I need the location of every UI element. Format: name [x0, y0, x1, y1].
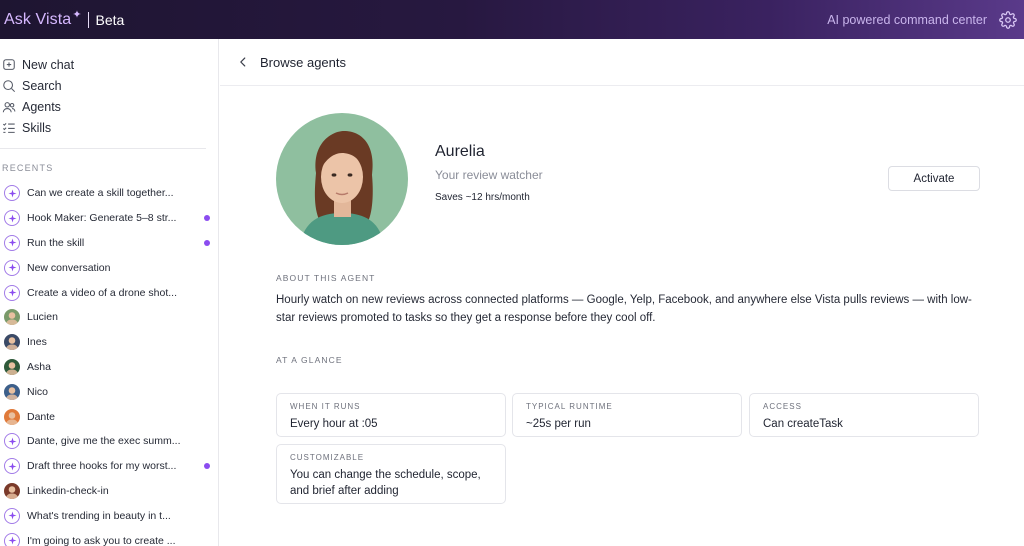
brand-tag: Beta	[95, 11, 125, 28]
recent-item-label: Asha	[27, 360, 51, 373]
recent-item[interactable]: What's trending in beauty in t...	[0, 503, 218, 528]
recent-item-label: I'm going to ask you to create ...	[27, 534, 176, 546]
gear-icon[interactable]	[999, 10, 1017, 29]
recent-item-label: New conversation	[27, 261, 111, 274]
page-title: Browse agents	[260, 54, 346, 70]
avatar	[4, 482, 20, 499]
recent-item-label: Nico	[27, 385, 49, 398]
agent-role: Your review watcher	[435, 168, 543, 182]
recent-item-label: Linkedin-check-in	[27, 484, 109, 497]
card-label: WHEN IT RUNS	[290, 402, 361, 411]
sidebar-item-label: Search	[22, 78, 62, 93]
agent-portrait	[276, 113, 408, 245]
agent-profile: Aurelia Your review watcher Saves ~12 hr…	[276, 113, 543, 245]
recent-item-label: Lucien	[27, 311, 58, 324]
recents-list: Can we create a skill together... Hook Ma…	[0, 181, 218, 546]
glance-card-runtime: TYPICAL RUNTIME ~25s per run	[512, 393, 742, 437]
sparkle-chat-icon	[4, 458, 20, 475]
recent-item-label: Create a video of a drone shot...	[27, 286, 178, 299]
avatar	[4, 358, 20, 375]
sparkle-chat-icon	[4, 507, 20, 524]
sidebar-item-label: Agents	[22, 99, 61, 114]
new-chat-icon	[3, 58, 15, 70]
sidebar-item-label: Skills	[22, 120, 52, 135]
recent-item-label: Ines	[27, 336, 47, 349]
recent-item-label: What's trending in beauty in t...	[27, 509, 171, 522]
sidebar: New chat Search Agents Skills RECENTS Ca…	[0, 39, 219, 546]
recent-item[interactable]: New conversation	[0, 255, 218, 280]
glance-heading: AT A GLANCE	[276, 355, 343, 365]
recent-item-label: Draft three hooks for my worst...	[27, 460, 177, 473]
brand-logo[interactable]: Ask Vista ✦ Beta	[4, 9, 125, 29]
sidebar-divider	[0, 148, 206, 149]
glance-card-when-it-runs: WHEN IT RUNS Every hour at :05	[276, 393, 506, 437]
unread-dot	[204, 239, 210, 246]
brand-divider	[87, 11, 89, 28]
sparkle-icon: ✦	[72, 9, 82, 21]
sparkle-chat-icon	[4, 234, 20, 251]
recent-item[interactable]: Draft three hooks for my worst...	[0, 454, 218, 479]
recent-item-label: Run the skill	[27, 236, 85, 249]
recent-item[interactable]: I'm going to ask you to create ...	[0, 528, 218, 546]
recent-item-label: Hook Maker: Generate 5–8 str...	[27, 212, 177, 225]
avatar	[4, 334, 20, 351]
sparkle-chat-icon	[4, 433, 20, 450]
recent-item[interactable]: Ines	[0, 330, 218, 355]
sidebar-item-new-chat[interactable]: New chat	[0, 54, 218, 75]
card-label: TYPICAL RUNTIME	[526, 402, 613, 411]
recent-item[interactable]: Hook Maker: Generate 5–8 str...	[0, 206, 218, 231]
back-chevron-icon[interactable]	[236, 55, 250, 69]
main-header: Browse agents	[220, 39, 1024, 86]
card-value: ~25s per run	[526, 418, 591, 430]
recent-item[interactable]: Dante	[0, 404, 218, 429]
recent-item-label: Dante	[27, 410, 56, 423]
sidebar-item-skills[interactable]: Skills	[0, 117, 218, 138]
avatar	[4, 408, 20, 425]
brand-name: Ask Vista	[4, 10, 72, 28]
card-value: Can createTask	[763, 418, 843, 430]
recent-item-label: Dante, give me the exec summ...	[27, 435, 181, 448]
activate-button[interactable]: Activate	[888, 166, 980, 191]
recent-item[interactable]: Create a video of a drone shot...	[0, 280, 218, 305]
main-content: Browse agents Aurelia Your review watche…	[220, 39, 1024, 546]
sparkle-chat-icon	[4, 185, 20, 202]
recent-item-label: Can we create a skill together...	[27, 187, 174, 200]
sidebar-item-agents[interactable]: Agents	[0, 96, 218, 117]
sparkle-chat-icon	[4, 284, 20, 301]
recent-item[interactable]: Run the skill	[0, 231, 218, 256]
sparkle-chat-icon	[4, 532, 20, 546]
card-value: You can change the schedule, scope, and …	[290, 469, 481, 497]
glance-card-customizable: CUSTOMIZABLE You can change the schedule…	[276, 444, 506, 504]
agent-name: Aurelia	[435, 143, 485, 160]
avatar	[4, 309, 20, 326]
recent-item[interactable]: Linkedin-check-in	[0, 479, 218, 504]
skills-icon	[2, 122, 15, 133]
sidebar-item-search[interactable]: Search	[0, 75, 218, 96]
sidebar-item-label: New chat	[22, 57, 75, 72]
card-label: CUSTOMIZABLE	[290, 453, 365, 462]
search-icon	[3, 79, 16, 92]
about-heading: ABOUT THIS AGENT	[276, 273, 376, 283]
tagline: AI powered command center	[827, 12, 987, 27]
agent-saves: Saves ~12 hrs/month	[435, 192, 530, 203]
card-label: ACCESS	[763, 402, 802, 411]
top-bar: Ask Vista ✦ Beta AI powered command cent…	[0, 0, 1024, 39]
recent-item[interactable]: Nico	[0, 379, 218, 404]
recents-heading: RECENTS	[2, 163, 54, 173]
unread-dot	[204, 215, 210, 222]
sparkle-chat-icon	[4, 259, 20, 276]
avatar	[4, 383, 20, 400]
card-value: Every hour at :05	[290, 418, 378, 430]
agents-icon	[2, 101, 16, 112]
unread-dot	[204, 463, 210, 470]
glance-card-access: ACCESS Can createTask	[749, 393, 979, 437]
recent-item[interactable]: Lucien	[0, 305, 218, 330]
recent-item[interactable]: Can we create a skill together...	[0, 181, 218, 206]
sidebar-nav: New chat Search Agents Skills	[0, 39, 218, 138]
agent-info: Aurelia Your review watcher Saves ~12 hr…	[435, 143, 543, 203]
recent-item[interactable]: Dante, give me the exec summ...	[0, 429, 218, 454]
about-description: Hourly watch on new reviews across conne…	[276, 294, 972, 324]
sparkle-chat-icon	[4, 210, 20, 227]
recent-item[interactable]: Asha	[0, 355, 218, 380]
